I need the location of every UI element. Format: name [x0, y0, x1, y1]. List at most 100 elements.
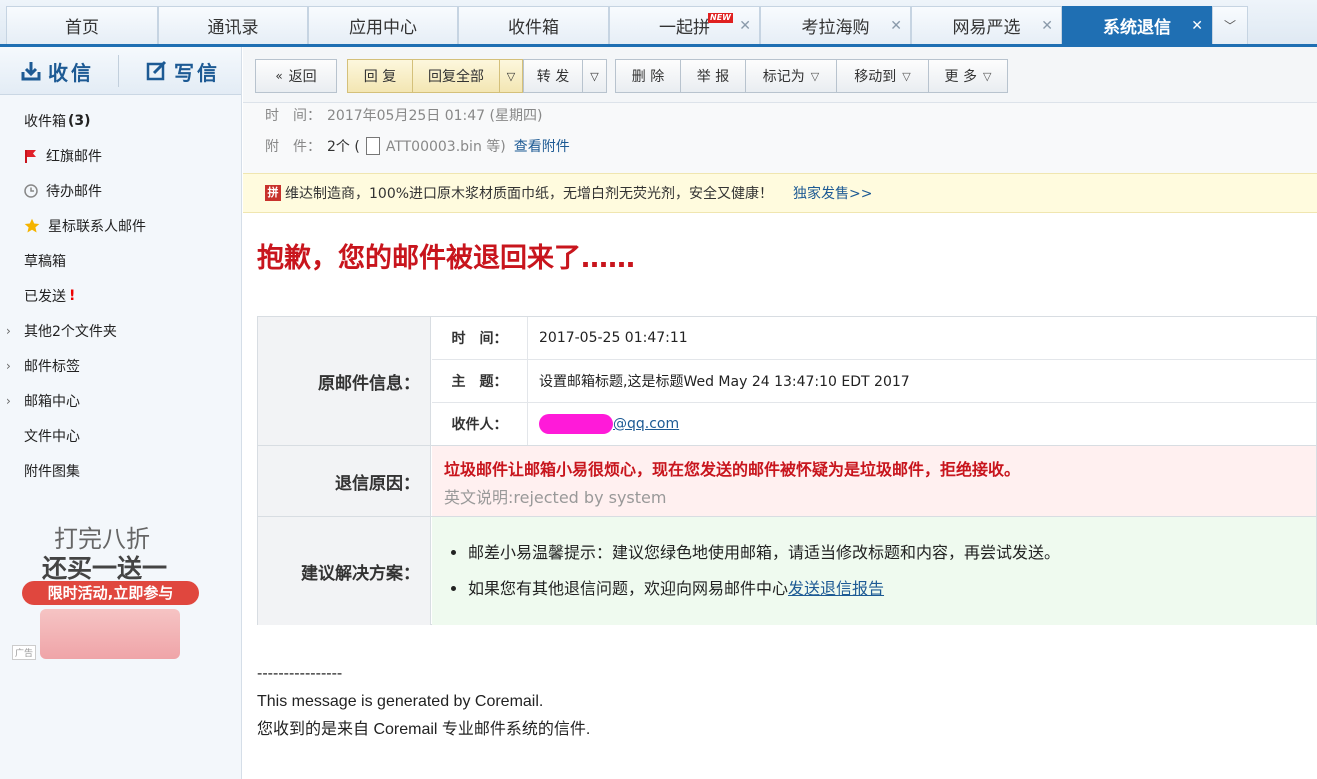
tab-yanxuan[interactable]: 网易严选 ✕: [911, 6, 1062, 44]
tab-label: 一起拼: [659, 18, 710, 38]
more-button[interactable]: 更 多 ▽: [928, 59, 1008, 93]
sidebar-item-starred[interactable]: 星标联系人邮件: [24, 216, 146, 236]
sidebar: 收信 写信 收件箱 (3) 红旗邮件 待办邮件 星标联系人邮件 草稿箱 已发送! …: [0, 47, 242, 779]
sidebar-item-label: 草稿箱: [24, 254, 66, 270]
tab-home[interactable]: 首页: [6, 6, 158, 44]
sidebar-item-inbox[interactable]: 收件箱 (3): [24, 111, 91, 131]
tab-label: 收件箱: [508, 18, 559, 38]
sidebar-item-todo[interactable]: 待办邮件: [24, 181, 102, 201]
sidebar-item-drafts[interactable]: 草稿箱: [24, 251, 66, 271]
view-attachments-link[interactable]: 查看附件: [514, 136, 570, 156]
message-footer: ---------------- This message is generat…: [257, 660, 590, 744]
sidebar-item-tags[interactable]: 邮件标签: [24, 356, 80, 376]
file-icon: [365, 137, 380, 155]
time-label: 时 间：: [432, 317, 528, 359]
sidebar-item-label: 待办邮件: [46, 184, 102, 200]
chevron-down-icon: ▽: [982, 69, 992, 83]
sidebar-item-label: 其他2个文件夹: [24, 324, 117, 340]
sidebar-item-label: 星标联系人邮件: [48, 219, 146, 235]
back-button[interactable]: « 返回: [255, 59, 337, 93]
mark-as-button[interactable]: 标记为 ▽: [745, 59, 837, 93]
chevron-down-icon: ▽: [902, 69, 911, 83]
compose-bar: 收信 写信: [0, 47, 241, 95]
chevron-down-icon: ﹀: [1223, 19, 1236, 33]
promo-link[interactable]: 独家发售>>: [793, 183, 872, 203]
clock-icon: [24, 184, 38, 198]
download-icon: [21, 62, 41, 81]
sidebar-item-sent[interactable]: 已发送!: [24, 286, 75, 306]
bounce-reason-label: 退信原因：: [258, 446, 431, 516]
compose-button[interactable]: 写信: [146, 47, 220, 95]
tab-overflow-button[interactable]: ﹀: [1212, 6, 1248, 44]
footer-separator: ----------------: [257, 665, 343, 682]
solution-item: 如果您有其他退信问题，欢迎向网易邮件中心发送退信报告: [468, 575, 1304, 599]
delete-label: 删 除: [631, 69, 665, 85]
forward-button[interactable]: 转 发: [523, 59, 583, 93]
recipient-email-link[interactable]: @qq.com: [613, 416, 679, 432]
chevron-right-icon[interactable]: ›: [6, 324, 11, 338]
reply-button[interactable]: 回 复: [347, 59, 413, 93]
sidebar-item-file-center[interactable]: 文件中心: [24, 426, 80, 446]
chevron-down-icon: ▽: [506, 69, 516, 83]
sidebar-item-mail-center[interactable]: 邮箱中心: [24, 391, 80, 411]
tab-kaola[interactable]: 考拉海购 ✕: [760, 6, 911, 44]
star-icon: [24, 218, 40, 233]
sidebar-item-label: 红旗邮件: [46, 149, 102, 165]
bounce-reason-text: 垃圾邮件让邮箱小易很烦心，现在您发送的邮件被怀疑为是垃圾邮件，拒绝接收。: [444, 460, 1021, 479]
red-flag-icon: [25, 150, 36, 163]
receive-button[interactable]: 收信: [20, 47, 94, 95]
forward-dropdown-button[interactable]: ▽: [582, 59, 607, 93]
solution-text: 邮差小易温馨提示：建议您绿色地使用邮箱，请适当修改标题和内容，再尝试发送。: [468, 543, 1061, 562]
message-time-row: 时 间： 2017年05月25日 01:47 (星期四): [265, 105, 542, 125]
ad-subheadline: 还买一送一: [42, 554, 168, 583]
promo-banner: 拼 维达制造商，100%进口原木浆材质面巾纸，无增白剂无荧光剂，安全又健康！ 独…: [243, 173, 1317, 213]
tab-label: 应用中心: [349, 18, 417, 38]
sidebar-item-flagged[interactable]: 红旗邮件: [24, 146, 102, 166]
ad-tag: 广告: [12, 645, 37, 660]
recipient-value[interactable]: @qq.com: [539, 403, 679, 445]
reply-dropdown-button[interactable]: ▽: [499, 59, 523, 93]
more-label: 更 多: [944, 69, 977, 85]
send-bounce-report-link[interactable]: 发送退信报告: [788, 579, 884, 598]
sidebar-item-label: 收件箱: [24, 114, 66, 130]
solution-item: 邮差小易温馨提示：建议您绿色地使用邮箱，请适当修改标题和内容，再尝试发送。: [468, 539, 1304, 563]
move-to-button[interactable]: 移动到 ▽: [836, 59, 929, 93]
attachment-filename[interactable]: ATT00003.bin 等): [386, 136, 506, 156]
tab-group-buy[interactable]: 一起拼 NEW ✕: [609, 6, 760, 44]
close-icon[interactable]: ✕: [1041, 18, 1053, 34]
recipient-label: 收件人：: [432, 403, 528, 445]
redacted-mark: [539, 414, 613, 434]
message-toolbar: « 返回 回 复 回复全部 ▽ 转 发 ▽ 删 除 举 报 标记为 ▽ 移动到 ▽ …: [243, 47, 1317, 103]
original-mail-label: 原邮件信息：: [258, 317, 431, 445]
chevron-right-icon[interactable]: ›: [6, 394, 11, 408]
solution-text: 如果您有其他退信问题，欢迎向网易邮件中心: [468, 579, 789, 598]
ad-cta-button[interactable]: 限时活动,立即参与: [22, 581, 199, 605]
tab-label: 首页: [65, 18, 99, 38]
tab-bounce[interactable]: 系统退信 ✕: [1062, 6, 1212, 44]
time-label: 时 间：: [265, 108, 321, 124]
attachment-label: 附 件：: [265, 139, 321, 155]
warning-mark: !: [69, 288, 76, 304]
close-icon[interactable]: ✕: [739, 18, 751, 34]
solution-cell: 邮差小易温馨提示：建议您绿色地使用邮箱，请适当修改标题和内容，再尝试发送。 如果…: [432, 517, 1316, 625]
message-header: 时 间： 2017年05月25日 01:47 (星期四) 附 件： 2个 ( A…: [243, 103, 1317, 173]
unread-count: (3): [68, 113, 91, 129]
close-icon[interactable]: ✕: [890, 18, 902, 34]
delete-button[interactable]: 删 除: [615, 59, 681, 93]
bounce-info-table: 原邮件信息： 时 间： 2017-05-25 01:47:11 主 题： 设置邮…: [257, 316, 1317, 625]
reply-all-button[interactable]: 回复全部: [412, 59, 500, 93]
sidebar-item-attachment-gallery[interactable]: 附件图集: [24, 461, 80, 481]
time-value: 2017-05-25 01:47:11: [539, 330, 688, 346]
chevron-right-icon[interactable]: ›: [6, 359, 11, 373]
tab-contacts[interactable]: 通讯录: [158, 6, 308, 44]
tab-app-center[interactable]: 应用中心: [308, 6, 458, 44]
sidebar-item-other-folders[interactable]: 其他2个文件夹: [24, 321, 117, 341]
mark-as-label: 标记为: [762, 69, 805, 85]
sidebar-ad[interactable]: 打完八折 还买一送一 限时活动,立即参与 广告: [10, 515, 230, 715]
move-to-label: 移动到: [854, 69, 897, 85]
close-icon[interactable]: ✕: [1191, 18, 1203, 34]
tab-inbox[interactable]: 收件箱: [458, 6, 609, 44]
sidebar-item-label: 附件图集: [24, 464, 80, 480]
report-button[interactable]: 举 报: [680, 59, 746, 93]
footer-line: This message is generated by Coremail.: [257, 693, 544, 710]
